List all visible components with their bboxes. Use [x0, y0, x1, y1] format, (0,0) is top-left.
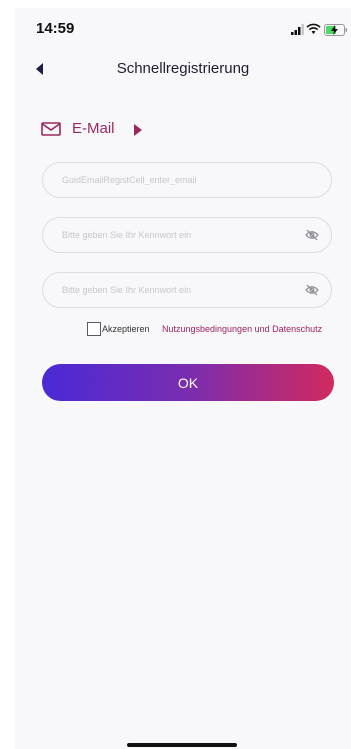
- confirm-password-input[interactable]: [43, 273, 331, 307]
- terms-row: Akzeptieren Nutzungsbedingungen und Date…: [87, 321, 351, 339]
- eye-off-icon[interactable]: [305, 229, 319, 241]
- terms-prefix: Akzeptieren: [102, 324, 150, 334]
- terms-link[interactable]: Nutzungsbedingungen und Datenschutz: [162, 324, 322, 334]
- app-screen: 14:59 Schnellregistrierung E-Mail GuidEm…: [15, 8, 351, 749]
- mail-icon: [41, 122, 61, 136]
- status-icons: [291, 23, 351, 38]
- password-input[interactable]: [43, 218, 331, 252]
- signal-icon: [291, 24, 304, 35]
- status-time: 14:59: [36, 20, 75, 37]
- password-field: [42, 217, 332, 253]
- page-title: Schnellregistrierung: [116, 60, 250, 77]
- tab-email[interactable]: E-Mail: [41, 118, 241, 142]
- home-indicator: [127, 743, 237, 747]
- tab-label: E-Mail: [72, 120, 115, 137]
- status-bar: 14:59: [15, 8, 351, 48]
- eye-off-icon[interactable]: [305, 284, 319, 296]
- email-input[interactable]: [43, 163, 331, 197]
- wifi-icon: [306, 23, 321, 34]
- confirm-password-field: [42, 272, 332, 308]
- triangle-right-icon: [134, 124, 142, 136]
- email-field: [42, 162, 332, 198]
- ok-button[interactable]: OK: [42, 364, 334, 401]
- battery-charging-icon: [324, 24, 347, 36]
- nav-bar: Schnellregistrierung: [15, 52, 351, 86]
- terms-checkbox[interactable]: [87, 322, 101, 336]
